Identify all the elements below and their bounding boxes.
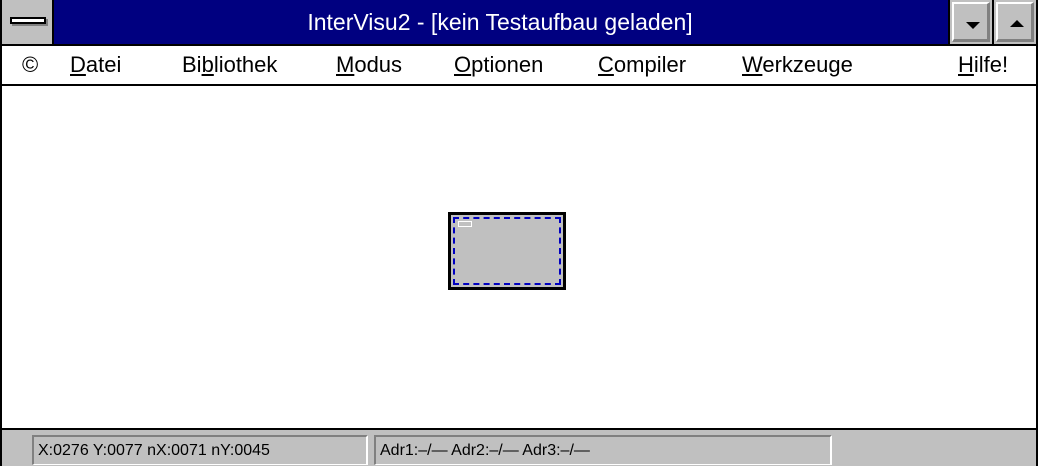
menu-accel: O (454, 52, 472, 77)
menu-label: liothek (213, 52, 278, 77)
menu-label: atei (85, 52, 122, 77)
menu-accel: M (336, 52, 355, 77)
system-menu-icon (10, 17, 46, 24)
component-handle[interactable] (458, 221, 472, 227)
status-addresses: Adr1:–/— Adr2:–/— Adr3:–/— (374, 435, 832, 465)
menu-accel: D (70, 52, 86, 77)
menu-item-optionen[interactable]: Optionen (454, 46, 543, 84)
menu-item-bibliothek[interactable]: Bibliothek (182, 46, 277, 84)
menu-item-copyright[interactable]: © (22, 46, 38, 84)
menu-bar: © Datei Bibliothek Modus Optionen Compil… (2, 46, 1036, 86)
maximize-button[interactable] (992, 0, 1036, 44)
menu-item-compiler[interactable]: Compiler (598, 46, 686, 84)
menu-item-hilfe[interactable]: Hilfe! (958, 46, 1008, 84)
minimize-button[interactable] (948, 0, 992, 44)
menu-item-datei[interactable]: Datei (70, 46, 121, 84)
menu-label: odus (354, 52, 403, 77)
selection-outline (453, 217, 561, 285)
triangle-up-icon (1010, 20, 1024, 27)
application-window: InterVisu2 - [kein Testaufbau geladen] ©… (0, 0, 1038, 466)
triangle-down-icon (966, 22, 980, 29)
selected-component[interactable] (448, 212, 566, 290)
menu-label: ompiler (613, 52, 687, 77)
maximize-button-face (996, 2, 1034, 42)
minimize-button-face (952, 2, 990, 42)
copyright-label: © (22, 52, 39, 77)
title-bar[interactable]: InterVisu2 - [kein Testaufbau geladen] (2, 0, 1036, 46)
menu-label: ptionen (471, 52, 544, 77)
menu-accel: H (958, 52, 974, 77)
menu-item-modus[interactable]: Modus (336, 46, 402, 84)
menu-accel: b (201, 52, 214, 77)
window-title: InterVisu2 - [kein Testaufbau geladen] (307, 9, 693, 35)
menu-label: Bi (182, 52, 202, 77)
status-coordinates: X:0276 Y:0077 nX:0071 nY:0045 (32, 435, 368, 465)
menu-accel: W (742, 52, 763, 77)
status-extra (838, 435, 1034, 465)
menu-accel: C (598, 52, 614, 77)
menu-label: erkzeuge (762, 52, 853, 77)
system-menu-button[interactable] (2, 0, 54, 44)
status-bar: X:0276 Y:0077 nX:0071 nY:0045 Adr1:–/— A… (2, 428, 1036, 466)
menu-label: ilfe! (973, 52, 1009, 77)
menu-item-werkzeuge[interactable]: Werkzeuge (742, 46, 853, 84)
